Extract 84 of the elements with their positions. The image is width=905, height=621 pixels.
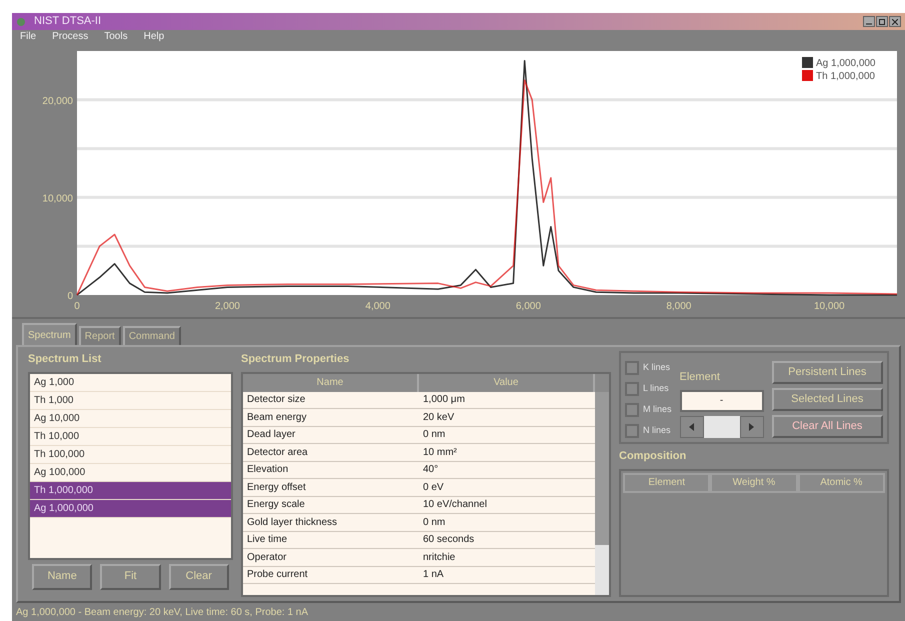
close-button[interactable] — [889, 16, 901, 27]
table-cell-text: Elevation — [246, 463, 290, 478]
axis-tick-label: 0 — [74, 301, 80, 311]
column-header[interactable]: Weight % — [710, 472, 798, 492]
table-cell-text: Operator — [246, 550, 288, 565]
section-title: Spectrum List — [28, 352, 102, 367]
checkbox-label: M lines — [643, 403, 672, 416]
list-item[interactable]: Th 100,000 — [30, 446, 231, 464]
tab[interactable]: Spectrum — [22, 323, 77, 345]
column-header[interactable]: Atomic % — [798, 472, 885, 492]
maximize-button[interactable] — [876, 16, 888, 27]
legend-label: Ag 1,000,000 — [816, 58, 876, 69]
table-cell-text: Dead layer — [246, 428, 296, 442]
right-arrow-icon — [749, 422, 754, 430]
axis-tick-label: 8,000 — [666, 301, 692, 311]
column-header[interactable]: Element — [623, 472, 710, 492]
axis-tick-label: 10,000 — [42, 193, 73, 204]
section-title: Composition — [619, 449, 688, 464]
axis-tick-label: 10,000 — [814, 301, 845, 311]
table-cell-text: 0 nm — [422, 428, 446, 442]
list-button[interactable]: Name — [32, 564, 92, 590]
axis-tick-label: 0 — [67, 291, 73, 302]
status-text: Ag 1,000,000 - Beam energy: 20 keV, Live time: 60 s, Probe: 1 nA — [15, 606, 310, 620]
checkbox-label: N lines — [643, 424, 671, 438]
axis-tick-label: 4,000 — [365, 301, 390, 311]
menu-item[interactable]: Tools — [104, 32, 128, 42]
table-cell-text: 10 mm² — [422, 446, 458, 460]
minimize-button[interactable] — [863, 16, 875, 27]
table-cell-text: 1,000 μm — [422, 393, 466, 408]
list-item[interactable]: Th 1,000 — [30, 392, 231, 410]
table-cell-text: 1 nA — [422, 568, 445, 582]
element-label: Element — [680, 370, 721, 385]
legend-label: Th 1,000,000 — [816, 71, 875, 82]
section-title: Spectrum Properties — [241, 352, 350, 367]
next-button[interactable] — [740, 416, 764, 438]
close-icon — [892, 18, 898, 24]
scrollbar[interactable] — [595, 374, 609, 595]
list-item[interactable]: Ag 10,000 — [30, 410, 231, 428]
table-cell-text: Detector area — [246, 446, 309, 460]
list-item[interactable]: Th 1,000,000 — [30, 482, 231, 500]
lines-button[interactable]: Persistent Lines — [772, 361, 883, 384]
table-cell-text: Beam energy — [246, 410, 308, 425]
tab[interactable]: Command — [122, 326, 181, 345]
lines-button[interactable]: Clear All Lines — [772, 415, 883, 438]
checkbox[interactable] — [625, 361, 639, 375]
table-cell-text: 20 keV — [422, 410, 456, 425]
checkbox[interactable] — [625, 424, 639, 438]
table-cell-text: Energy offset — [246, 480, 307, 495]
table-cell-text: 10 eV/channel — [422, 498, 488, 512]
element-spinner[interactable] — [680, 416, 764, 438]
list-item[interactable]: Ag 1,000,000 — [30, 500, 231, 518]
axis-tick-label: 2,000 — [214, 301, 240, 311]
window-title: NIST DTSA-II — [34, 14, 102, 30]
lines-button[interactable]: Selected Lines — [772, 388, 883, 411]
table-cell-text: 40° — [422, 463, 440, 478]
checkbox-label: L lines — [643, 382, 669, 396]
checkbox[interactable] — [625, 403, 639, 417]
table-cell-text: Live time — [246, 533, 288, 548]
table-cell-text: Gold layer thickness — [246, 516, 338, 530]
maximize-icon — [879, 18, 885, 24]
menu-item[interactable]: File — [20, 32, 36, 42]
list-button[interactable]: Clear — [168, 564, 229, 590]
column-header[interactable]: Name — [243, 374, 419, 392]
menu-item[interactable]: Help — [144, 32, 164, 42]
axis-tick-label: 6,000 — [516, 301, 541, 311]
list-item[interactable]: Th 10,000 — [30, 428, 231, 446]
table-cell-text: Probe current — [246, 568, 309, 582]
previous-button[interactable] — [680, 416, 704, 438]
list-button[interactable]: Fit — [100, 564, 161, 590]
table-cell-text: Detector size — [246, 393, 306, 408]
axis-tick-label: 20,000 — [42, 96, 73, 107]
table-cell-text: nritchie — [422, 550, 456, 565]
menu-item[interactable]: Process — [52, 32, 88, 42]
table-cell-text: 0 nm — [422, 516, 446, 530]
checkbox-label: K lines — [643, 361, 670, 374]
app-icon — [16, 16, 26, 26]
tab[interactable]: Report — [78, 326, 121, 345]
table-cell-text: 60 seconds — [422, 533, 476, 548]
checkbox[interactable] — [625, 382, 639, 396]
table-cell-text: 0 eV — [422, 480, 445, 495]
table-cell-text: Energy scale — [246, 498, 306, 512]
left-arrow-icon — [689, 422, 694, 430]
element-field[interactable]: - — [680, 390, 764, 412]
list-item[interactable]: Ag 1,000 — [30, 374, 231, 392]
